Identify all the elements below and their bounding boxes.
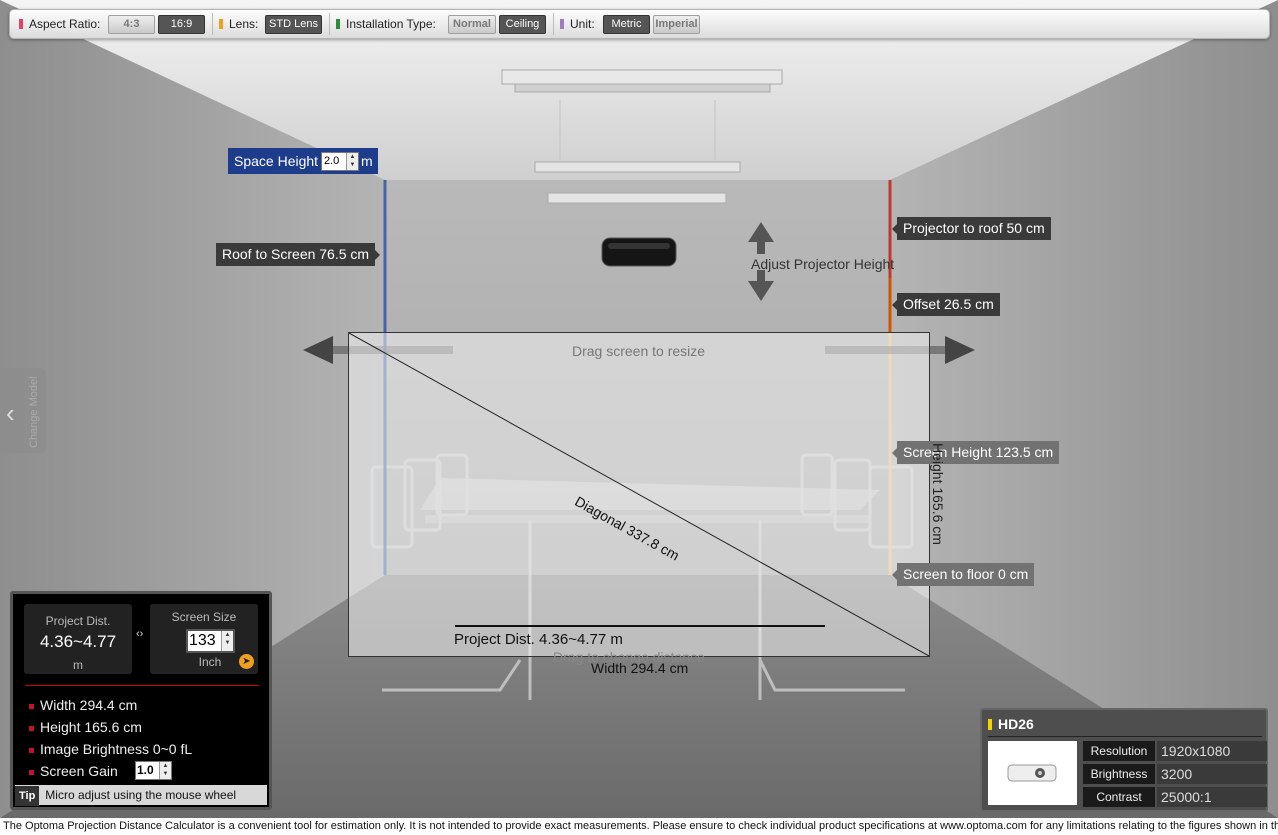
brightness-label: Brightness (1083, 764, 1155, 784)
projector-to-roof-label: Projector to roof 50 cm (892, 217, 1051, 240)
brightness-row: Image Brightness 0~0 fL (29, 739, 192, 759)
change-model-tab[interactable]: ‹ Change Model (0, 368, 46, 453)
contrast-label: Contrast (1083, 787, 1155, 807)
toolbar-divider (212, 13, 213, 35)
screen-to-floor-label: Screen to floor 0 cm (891, 563, 1035, 586)
room-stage: Aspect Ratio: 4:3 16:9 Lens: STD Lens In… (0, 0, 1278, 818)
drag-resize-text: Drag screen to resize (572, 343, 706, 359)
double-arrow-icon: ‹› (136, 628, 144, 640)
project-dist-title: Project Dist. (45, 614, 111, 628)
tip-bar: Tip Micro adjust using the mouse wheel (15, 785, 267, 806)
toolbar-divider (329, 13, 330, 35)
toolbar-divider (553, 13, 554, 35)
offset-label: Offset 26.5 cm (892, 293, 1000, 316)
model-panel: HD26 Resolution 1920x1080 Brightness 320… (980, 708, 1268, 812)
installation-type-label: Installation Type: (346, 17, 436, 31)
spinner-arrows-icon[interactable]: ▲ ▼ (159, 762, 171, 779)
spinner-arrows-icon[interactable]: ▲ ▼ (221, 631, 233, 651)
unit-metric-button[interactable]: Metric (603, 15, 650, 34)
adjust-projector-height-text[interactable]: Adjust Projector Height (751, 256, 894, 272)
unit-imperial-button[interactable]: Imperial (653, 15, 700, 34)
tip-text: Micro adjust using the mouse wheel (45, 788, 237, 802)
space-height-label: Space Height (234, 153, 319, 169)
screen-height-label: Screen Height 123.5 cm (891, 441, 1060, 464)
aspect-ratio-label: Aspect Ratio: (29, 17, 101, 31)
height-row: Height 165.6 cm (29, 717, 142, 737)
width-label: Width 294.4 cm (591, 660, 689, 676)
projector-thumbnail (988, 741, 1077, 805)
height-vertical-label: Height 165.6 cm (930, 443, 946, 545)
spinner-arrows-icon[interactable]: ▲ ▼ (346, 153, 358, 170)
screen-size-title: Screen Size (171, 610, 237, 624)
options-toolbar: Aspect Ratio: 4:3 16:9 Lens: STD Lens In… (9, 9, 1270, 39)
unit-label: Unit: (570, 17, 595, 31)
space-height-unit: m (361, 153, 373, 169)
screen-gain-input[interactable]: 1.0 ▲ ▼ (135, 761, 172, 780)
install-ceiling-button[interactable]: Ceiling (499, 15, 546, 34)
project-dist-unit: m (73, 658, 83, 672)
tip-label: Tip (15, 786, 40, 806)
screen-size-box: Screen Size 133 ▲ ▼ Inch ➤ (150, 604, 258, 674)
screen-gain-row: Screen Gain 1.0 ▲ ▼ (29, 761, 172, 781)
aspect-4-3-button[interactable]: 4:3 (108, 15, 155, 34)
calculator-panel: Project Dist. 4.36~4.77 m ‹› Screen Size… (10, 591, 272, 810)
aspect-color-marker (19, 19, 23, 29)
model-color-marker (988, 719, 992, 730)
install-normal-button[interactable]: Normal (448, 15, 496, 34)
model-divider (988, 736, 1262, 737)
resolution-value: 1920x1080 (1157, 741, 1267, 761)
roof-to-screen-label: Roof to Screen 76.5 cm (216, 243, 381, 266)
project-dist-value: 4.36~4.77 (39, 632, 117, 651)
space-height-control: Space Height 2.0 ▲ ▼ m (228, 148, 378, 174)
project-distance-label: Project Dist. 4.36~4.77 m (454, 631, 623, 648)
projector-image-icon (1007, 764, 1057, 782)
project-dist-box: Project Dist. 4.36~4.77 m (24, 604, 132, 674)
change-model-label: Change Model (28, 376, 40, 448)
width-row: Width 294.4 cm (29, 695, 137, 715)
contrast-value: 25000:1 (1157, 787, 1267, 807)
screen-size-input[interactable]: 133 ▲ ▼ (186, 629, 235, 653)
aspect-16-9-button[interactable]: 16:9 (158, 15, 205, 34)
disclaimer-footer: The Optoma Projection Distance Calculato… (0, 818, 1278, 835)
install-color-marker (336, 19, 340, 29)
lens-color-marker (219, 19, 223, 29)
std-lens-button[interactable]: STD Lens (265, 15, 322, 34)
diagonal-line (349, 333, 929, 656)
lens-label: Lens: (229, 17, 259, 31)
brightness-value: 3200 (1157, 764, 1267, 784)
pointer-icon[interactable]: ➤ (239, 654, 254, 669)
unit-color-marker (560, 19, 564, 29)
calc-divider (25, 685, 259, 686)
resolution-label: Resolution (1083, 741, 1155, 761)
projection-screen[interactable] (348, 332, 930, 657)
model-name: HD26 (998, 716, 1034, 732)
space-height-input[interactable]: 2.0 ▲ ▼ (321, 152, 359, 171)
chevron-left-icon: ‹ (6, 398, 15, 428)
